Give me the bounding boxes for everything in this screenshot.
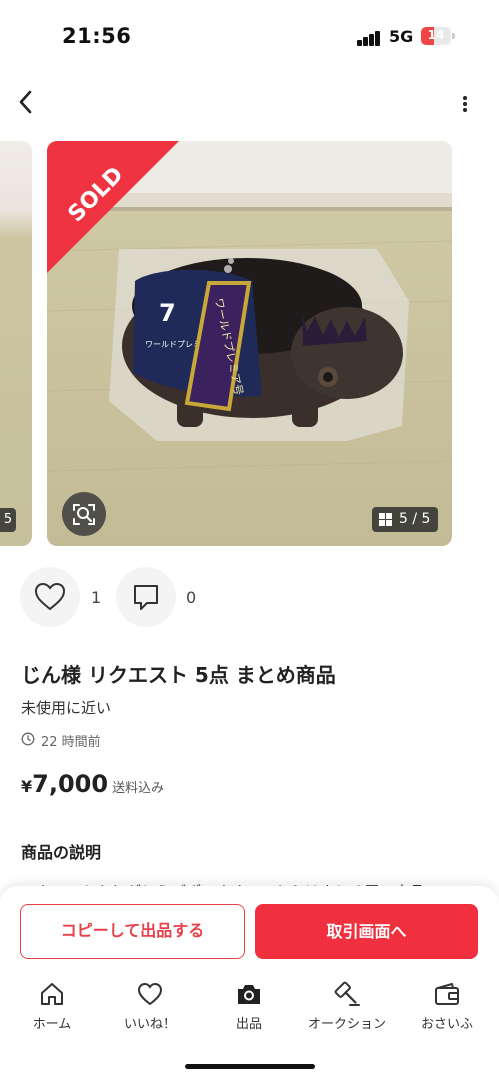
trade-screen-button[interactable]: 取引画面へ <box>255 904 478 959</box>
description-heading: 商品の説明 <box>21 843 102 862</box>
lens-search-icon <box>73 504 95 525</box>
camera-icon <box>238 985 260 1004</box>
comment-icon <box>134 585 158 610</box>
product-number: 7 <box>159 299 176 327</box>
wallet-icon <box>435 983 459 1005</box>
tab-wallet[interactable]: おさいふ <box>397 978 497 1038</box>
home-indicator <box>185 1064 315 1069</box>
tab-likes[interactable]: いいね！ <box>100 978 200 1038</box>
item-condition: 未使用に近い <box>21 699 112 717</box>
tab-auction-label: オークション <box>307 1017 386 1032</box>
previous-photo[interactable] <box>0 141 32 546</box>
image-search-button[interactable] <box>62 492 106 536</box>
product-photo[interactable]: 7 ワールドプレミア ワールドプレミア号 SOLD <box>47 141 452 546</box>
signal-icon <box>357 30 383 46</box>
tab-likes-label: いいね！ <box>123 1017 176 1032</box>
battery-cap <box>452 33 455 39</box>
heart-icon <box>137 982 163 1006</box>
battery-level: 14 <box>427 28 445 42</box>
product-photo-image: 7 ワールドプレミア ワールドプレミア号 SOLD <box>47 141 452 546</box>
tab-sell[interactable]: 出品 <box>199 978 299 1038</box>
photo-counter[interactable]: 5 / 5 <box>372 507 438 532</box>
price-symbol: ¥ <box>21 777 33 796</box>
status-time: 21:56 <box>62 24 132 48</box>
like-count: 1 <box>91 588 102 607</box>
shipping-label: 送料込み <box>112 781 165 796</box>
more-options-button[interactable] <box>454 90 476 118</box>
battery-icon: 14 <box>421 27 451 45</box>
network-label: 5G <box>389 27 414 46</box>
posted-time-text: 22 時間前 <box>41 735 101 750</box>
comment-count: 0 <box>186 588 197 607</box>
price: ¥7,000 送料込み <box>21 770 164 798</box>
photo-counter-text: 5 / 5 <box>399 511 431 527</box>
gavel-icon <box>334 981 360 1006</box>
item-title: じん様 リクエスト 5点 まとめ商品 <box>21 663 336 687</box>
tab-home[interactable]: ホーム <box>2 978 102 1038</box>
back-button[interactable] <box>12 86 40 118</box>
heart-icon <box>34 582 66 611</box>
clock-icon <box>21 732 35 746</box>
tab-sell-label: 出品 <box>235 1017 262 1032</box>
home-icon <box>41 983 63 1005</box>
previous-photo-counter: 5 <box>0 508 16 532</box>
comment-button[interactable] <box>116 567 176 627</box>
grid-icon <box>379 513 392 526</box>
tab-auction[interactable]: オークション <box>297 978 397 1038</box>
price-value: 7,000 <box>32 770 109 798</box>
chevron-left-icon <box>19 90 32 114</box>
tab-home-label: ホーム <box>32 1017 72 1032</box>
copy-listing-button[interactable]: コピーして出品する <box>20 904 245 959</box>
status-bar: 21:56 5G 14 <box>0 0 499 64</box>
tab-wallet-label: おさいふ <box>420 1017 473 1032</box>
like-button[interactable] <box>20 567 80 627</box>
